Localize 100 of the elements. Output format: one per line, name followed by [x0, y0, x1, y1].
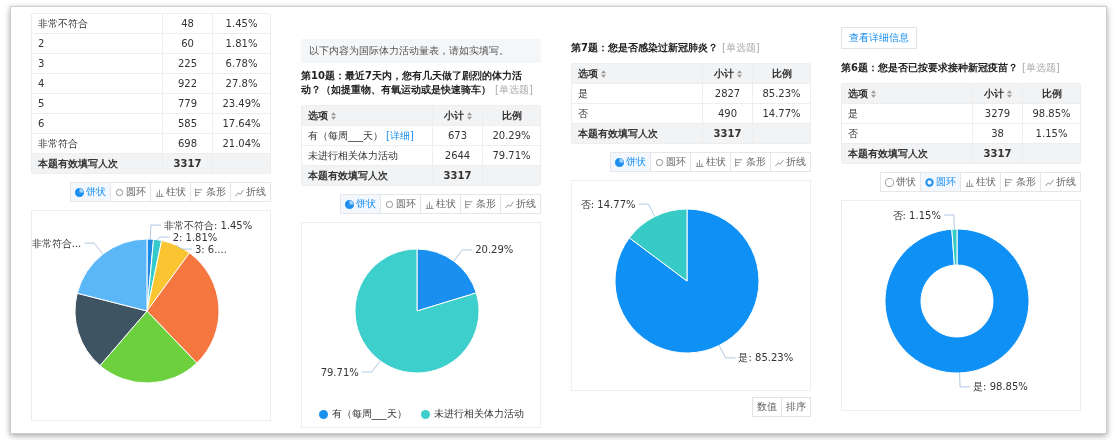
table-cell: 225 [177, 58, 198, 69]
leader-line [175, 244, 193, 250]
table-cell: 98.85% [1032, 108, 1071, 119]
chart-type-tab[interactable]: 条形 [460, 194, 501, 214]
horizontal-bar-icon [465, 199, 474, 209]
column-header: 选项 [848, 86, 868, 101]
table-cell: 21.04% [222, 138, 261, 149]
pie-chart-icon [345, 199, 354, 209]
table-cell: 本题有效填写人次 [848, 146, 928, 161]
table-cell: 3317 [173, 158, 202, 169]
chart-type-tab[interactable]: 圆环 [650, 152, 691, 172]
chart-type-tab[interactable]: 圆环 [380, 194, 421, 214]
table-cell: 1.45% [225, 18, 258, 29]
chart-type-tab[interactable]: 饼状 [880, 172, 921, 192]
legend-label: 有（每周___天） [331, 407, 407, 421]
chart-type-tab[interactable]: 折线 [1040, 172, 1081, 192]
line-chart-icon [505, 199, 514, 209]
table-cell: 490 [717, 108, 738, 119]
table-cell: 5 [38, 98, 45, 109]
footer-button[interactable]: 数值 [752, 397, 782, 417]
question-title: 第6题：您是否已按要求接种新冠疫苗？ [单选题] [841, 61, 1061, 75]
chart-type-tab[interactable]: 条形 [190, 182, 231, 202]
table-cell: 3317 [443, 170, 472, 181]
slice-label: 20.29% [475, 244, 514, 256]
table-cell: 17.64% [222, 118, 261, 129]
horizontal-bar-icon [195, 187, 204, 197]
chart-type-tab[interactable]: 条形 [1000, 172, 1041, 192]
table-cell: 6.78% [225, 58, 258, 69]
ring-icon [925, 177, 934, 187]
chart-type-tab[interactable]: 柱状 [420, 194, 461, 214]
table-cell: 779 [177, 98, 198, 109]
table-cell: 未进行相关体力活动 [308, 148, 398, 163]
horizontal-bar-icon [735, 157, 744, 167]
table-cell: 20.29% [492, 130, 531, 141]
sort-icon[interactable] [871, 89, 876, 98]
chart-type-tab[interactable]: 饼状 [70, 182, 111, 202]
bar-chart-icon [695, 157, 704, 167]
chart-type-tab[interactable]: 圆环 [920, 172, 961, 192]
leader-line [83, 242, 104, 255]
table-cell: 2644 [444, 150, 471, 161]
sort-icon[interactable] [466, 111, 472, 120]
slice-label: 非常符合... [32, 237, 82, 249]
table-cell: 非常不符合 [38, 16, 88, 31]
chart-type-tab[interactable]: 折线 [500, 194, 541, 214]
sort-icon[interactable] [331, 111, 336, 120]
table-cell: 585 [177, 118, 198, 129]
leader-line [959, 372, 971, 388]
chart-type-tab[interactable]: 柱状 [690, 152, 731, 172]
chart-type-tab[interactable]: 柱状 [150, 182, 191, 202]
table-cell: 2827 [714, 88, 741, 99]
chart-type-tab[interactable]: 饼状 [610, 152, 651, 172]
table-cell: 85.23% [762, 88, 801, 99]
detail-button[interactable]: 查看详细信息 [841, 27, 917, 49]
sort-icon[interactable] [601, 69, 606, 78]
pie-chart-icon [615, 157, 624, 167]
chart-type-tab[interactable]: 折线 [770, 152, 811, 172]
bar-chart-icon [155, 187, 164, 197]
notice-banner: 以下内容为国际体力活动量表，请如实填写。 [301, 39, 541, 63]
table-cell: 1.81% [225, 38, 258, 49]
table-cell: 否 [578, 106, 588, 121]
table-cell: 3317 [713, 128, 742, 139]
slice-label: 2: 1.81% [172, 231, 218, 243]
line-chart-icon [1045, 177, 1054, 187]
column-header: 小计 [713, 66, 734, 81]
chart-type-tab[interactable]: 圆环 [110, 182, 151, 202]
slice-label: 否: 1.15% [892, 209, 941, 221]
footer-button[interactable]: 排序 [781, 397, 811, 417]
leader-line [718, 345, 736, 359]
pie-chart-icon [885, 177, 894, 187]
detail-link[interactable]: [详细] [386, 128, 414, 143]
leader-line [453, 249, 473, 262]
table-cell: 是 [578, 86, 588, 101]
slice-label: 是: 98.85% [973, 381, 1028, 393]
table-cell: 有（每周___天） [308, 128, 383, 143]
chart-type-tab[interactable]: 柱状 [960, 172, 1001, 192]
sort-icon[interactable] [1006, 89, 1012, 98]
table-cell: 698 [177, 138, 198, 149]
table-cell: 79.71% [492, 150, 531, 161]
table-cell: 1.15% [1035, 128, 1068, 139]
column-header: 比例 [501, 108, 522, 123]
ring-icon [385, 199, 394, 209]
ring-icon [115, 187, 124, 197]
chart-type-tab[interactable]: 条形 [730, 152, 771, 172]
column-header: 比例 [771, 66, 792, 81]
bar-chart-icon [425, 199, 434, 209]
chart-type-tab[interactable]: 饼状 [340, 194, 381, 214]
table-cell: 本题有效填写人次 [38, 156, 118, 171]
table-cell: 3317 [983, 148, 1012, 159]
slice-label: 79.71% [320, 366, 359, 378]
chart-type-tab[interactable]: 折线 [230, 182, 271, 202]
table-cell: 14.77% [762, 108, 801, 119]
leader-line [361, 360, 381, 373]
table-cell: 38 [991, 128, 1004, 139]
column-header: 小计 [983, 86, 1004, 101]
pie-chart-icon [75, 187, 84, 197]
sort-icon[interactable] [736, 69, 742, 78]
table-cell: 23.49% [222, 98, 261, 109]
question-title: 第10题：最近7天内，您有几天做了剧烈的体力活动？（如提重物、有氧运动或是快速骑车） [单选题] [301, 69, 534, 97]
leader-line [638, 203, 656, 217]
column-header: 比例 [1041, 86, 1062, 101]
